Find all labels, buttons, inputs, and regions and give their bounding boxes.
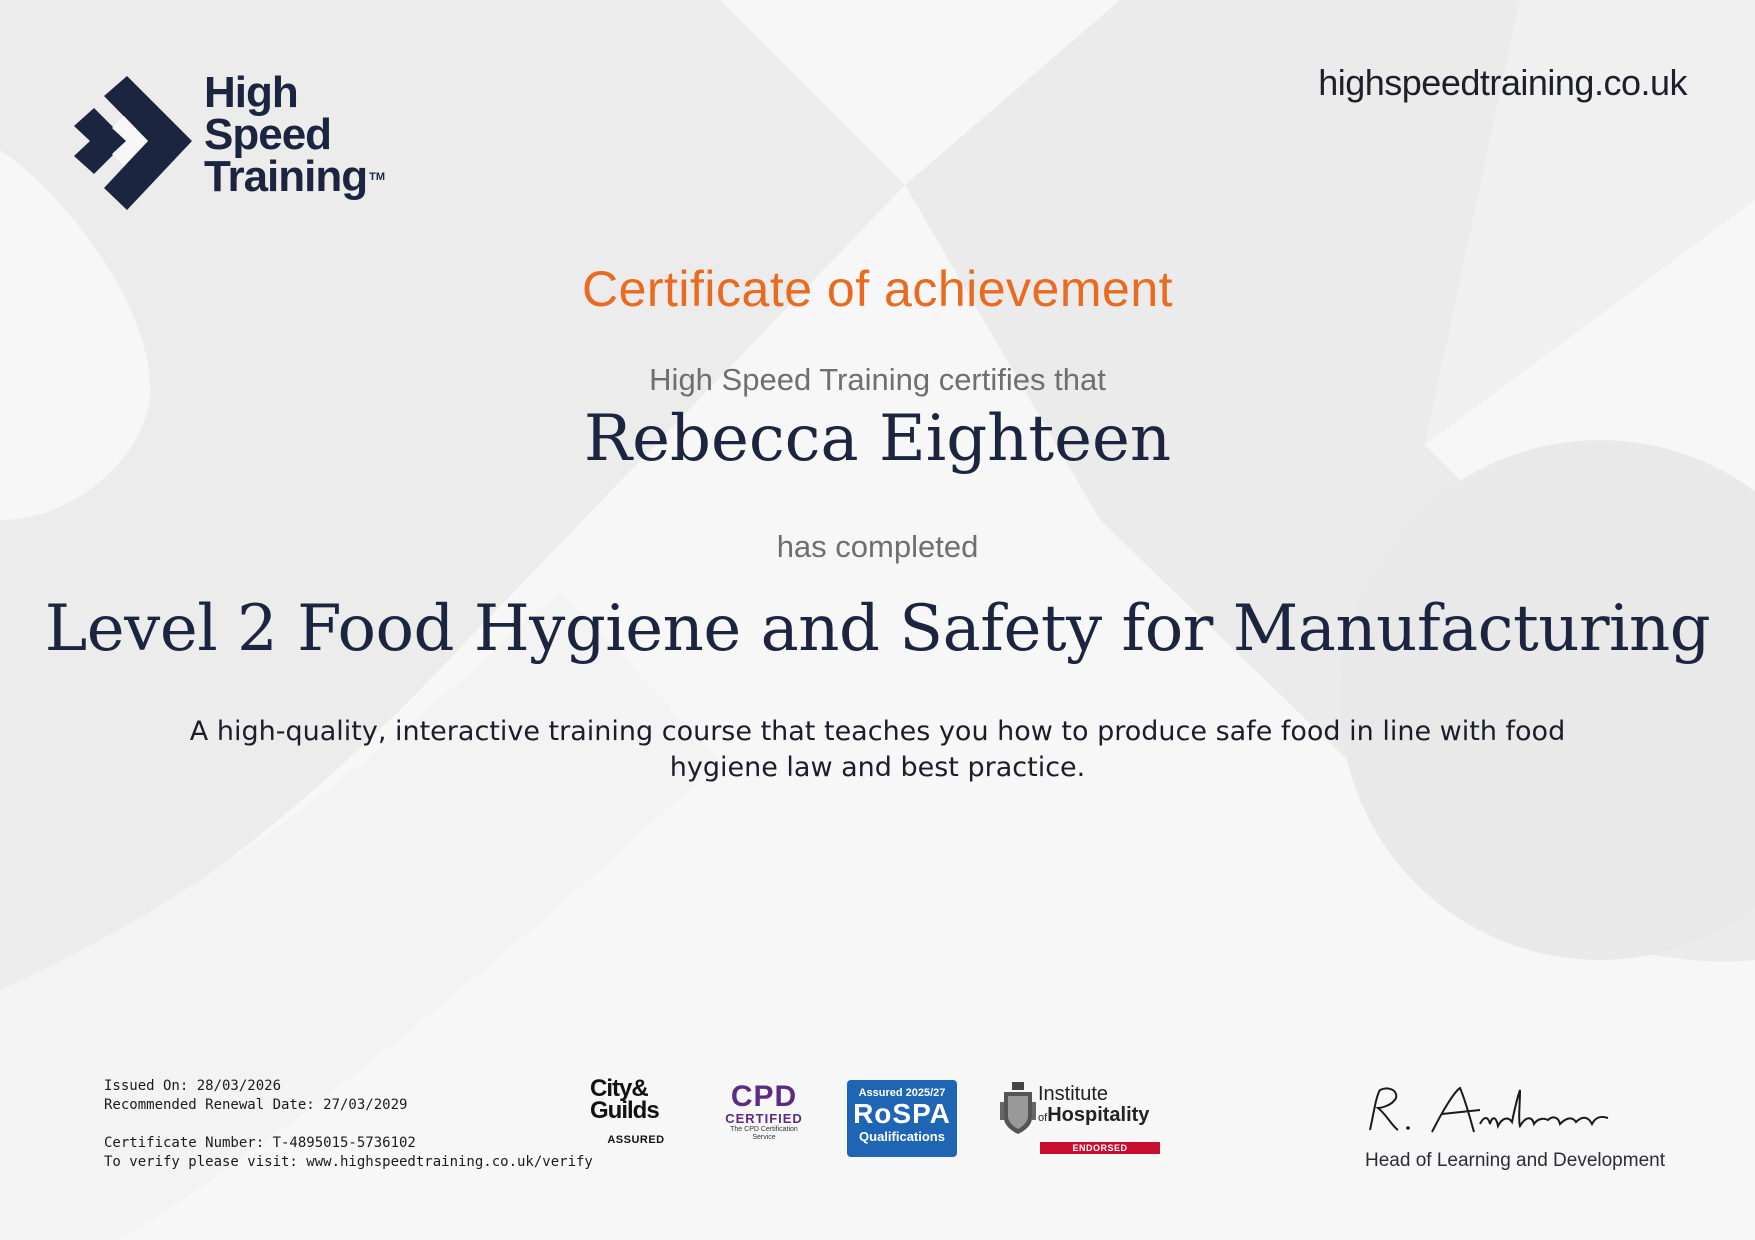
course-title: Level 2 Food Hygiene and Safety for Manu… (44, 592, 1711, 666)
logo-line-speed: Speed (204, 110, 332, 159)
course-description: A high-quality, interactive training cou… (189, 716, 1566, 783)
logo-wordmark: High Speed Training TM (204, 68, 386, 201)
ioh-endorsed-band: ENDORSED (1040, 1142, 1160, 1154)
company-logo: High Speed Training TM (72, 68, 402, 218)
certificate-number: Certificate Number: T-4895015-5736102 (104, 1135, 416, 1151)
certifies-statement: High Speed Training certifies that (649, 362, 1106, 397)
recipient-name: Rebecca Eighteen (583, 402, 1172, 476)
cpd-logo-text: CPD (730, 1080, 798, 1113)
website-url: highspeedtraining.co.uk (1318, 62, 1687, 103)
completed-statement: has completed (776, 529, 979, 564)
ioh-hospitality-text: Hospitality (1047, 1104, 1150, 1126)
signature-image (1369, 1086, 1609, 1133)
renewal-date: Recommended Renewal Date: 27/03/2029 (104, 1097, 408, 1113)
logo-trademark: TM (369, 171, 386, 183)
signatory-role: Head of Learning and Development (1365, 1150, 1665, 1171)
cg-assured: ASSURED (607, 1134, 665, 1146)
city-guilds-badge: City& Guilds ASSURED (590, 1077, 682, 1160)
rospa-qualifications-text: Qualifications (859, 1129, 945, 1144)
logo-line-training: Training (204, 152, 368, 201)
high-speed-training-chevron-icon (74, 76, 192, 210)
cpd-service-line-1: The CPD Certification (730, 1126, 798, 1133)
cpd-certified-badge: CPD CERTIFIED The CPD Certification Serv… (722, 1082, 806, 1158)
ioh-of-text: of (1038, 1112, 1048, 1124)
verify-url: To verify please visit: www.highspeedtra… (104, 1154, 593, 1170)
certificate-details: Issued On: 28/03/2026 Recommended Renewa… (104, 1077, 593, 1172)
ioh-institute-text: Institute (1038, 1083, 1109, 1105)
rospa-badge: Assured 2025/27 RoSPA Qualifications (847, 1080, 957, 1157)
cg-line-2: Guilds (590, 1097, 660, 1124)
rospa-logo-text: RoSPA (853, 1098, 951, 1129)
cpd-certified-text: CERTIFIED (725, 1111, 803, 1126)
ioh-crest-icon (1000, 1082, 1036, 1134)
cpd-service-line-2: Service (752, 1134, 776, 1141)
certificate-title: Certificate of achievement (581, 261, 1174, 317)
issued-date: Issued On: 28/03/2026 (104, 1078, 282, 1094)
logo-line-high: High (204, 68, 299, 117)
institute-of-hospitality-badge: Institute ofHospitality ENDORSED (1000, 1080, 1162, 1156)
